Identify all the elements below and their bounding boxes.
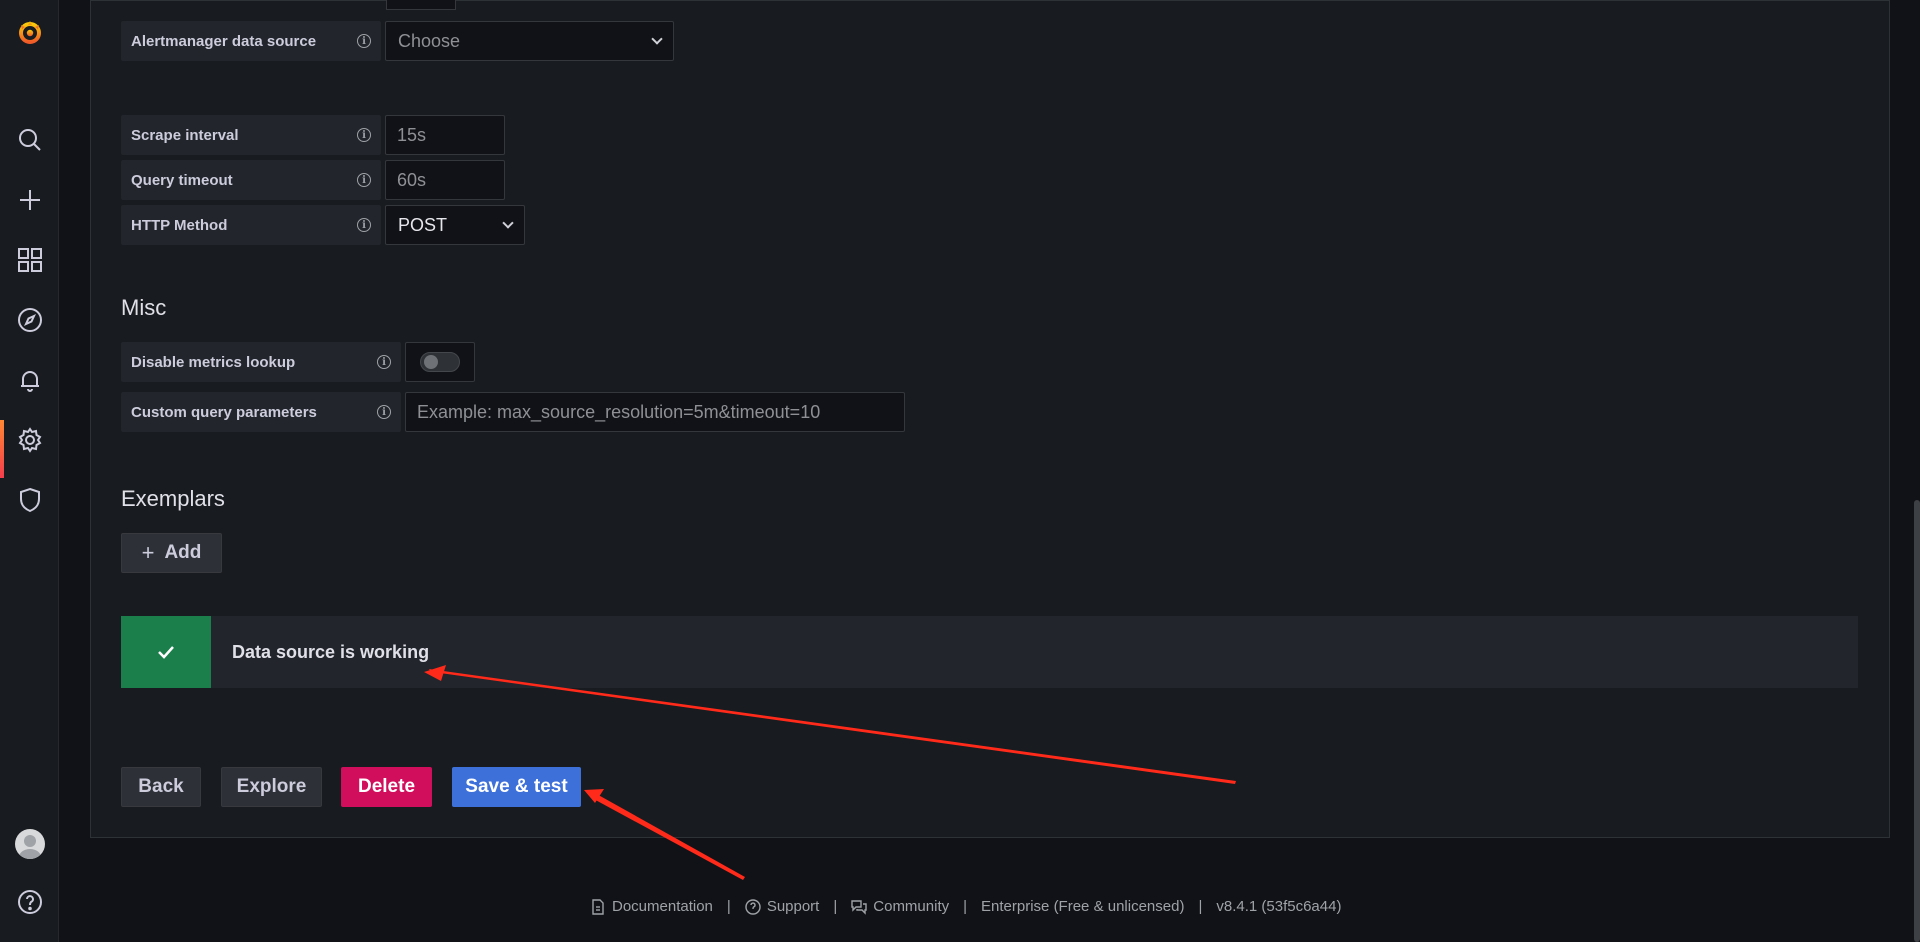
scrape-interval-label: Scrape interval [131,126,239,144]
http-method-label: HTTP Method [131,216,228,234]
add-exemplar-label: Add [164,542,202,563]
check-icon [158,646,174,659]
footer-separator: | [833,898,838,915]
configuration-gear-icon[interactable] [0,418,59,478]
exemplars-section-title: Exemplars [121,486,225,511]
plus-icon[interactable] [0,178,59,222]
scrape-interval-label-box: Scrape interval i [121,115,381,155]
server-admin-shield-icon[interactable] [0,478,59,522]
explore-compass-icon[interactable] [0,298,59,342]
alert-icon-box [121,616,211,688]
alertmanager-label-box: Alertmanager data source i [121,21,381,61]
custom-query-params-label-box: Custom query parameters i [121,392,401,432]
scrape-interval-row: Scrape interval i 15s [121,115,505,155]
chevron-down-icon [651,33,663,45]
user-avatar[interactable] [0,822,59,866]
query-timeout-label-box: Query timeout i [121,160,381,200]
alertmanager-row: Alertmanager data source i Choose [121,21,674,61]
explore-button[interactable]: Explore [221,767,322,807]
http-method-value: POST [398,214,448,235]
info-icon[interactable]: i [357,128,371,142]
query-timeout-input[interactable]: 60s [385,160,505,200]
document-icon [592,898,604,915]
community-label: Community [873,898,950,915]
question-circle-icon [745,898,761,915]
footer-separator: | [726,898,731,915]
avatar [14,829,45,859]
help-icon[interactable] [0,880,59,924]
success-alert: Data source is working [121,616,1858,688]
scrape-interval-input[interactable]: 15s [385,115,505,155]
delete-button[interactable]: Delete [341,767,432,807]
scrape-interval-placeholder: 15s [397,124,427,145]
save-and-test-button[interactable]: Save & test [452,767,581,807]
info-icon[interactable]: i [377,355,391,369]
support-link[interactable]: Support [745,898,820,915]
custom-query-params-placeholder: Example: max_source_resolution=5m&timeou… [417,401,821,422]
alert-message: Data source is working [232,641,430,662]
alertmanager-label: Alertmanager data source [131,32,317,50]
search-icon[interactable] [0,118,59,162]
query-timeout-row: Query timeout i 60s [121,160,505,200]
misc-section-title: Misc [121,295,167,320]
info-icon[interactable]: i [377,405,391,419]
edition-label: Enterprise (Free & unlicensed) [981,898,1185,915]
disable-metrics-lookup-row: Disable metrics lookup i [121,342,475,382]
dashboards-icon[interactable] [0,238,59,282]
custom-query-params-row: Custom query parameters i Example: max_s… [121,392,905,432]
info-icon[interactable]: i [357,218,371,232]
info-icon[interactable]: i [357,173,371,187]
custom-query-params-input[interactable]: Example: max_source_resolution=5m&timeou… [405,392,905,432]
documentation-link[interactable]: Documentation [590,898,713,915]
footer: Documentation | Support | Community | En… [590,898,1341,915]
disable-metrics-lookup-label: Disable metrics lookup [131,353,296,371]
disable-metrics-lookup-toggle-wrap[interactable] [405,342,475,382]
footer-separator: | [1198,898,1203,915]
version-label: v8.4.1 (53f5c6a44) [1216,898,1342,915]
documentation-label: Documentation [612,898,713,915]
http-method-row: HTTP Method i POST [121,205,525,245]
sidebar [0,0,59,942]
http-method-label-box: HTTP Method i [121,205,381,245]
chevron-down-icon [502,217,514,229]
community-link[interactable]: Community [851,898,949,915]
query-timeout-label: Query timeout [131,171,233,189]
grafana-logo-icon[interactable] [0,10,59,54]
info-icon[interactable]: i [357,34,371,48]
disable-metrics-lookup-label-box: Disable metrics lookup i [121,342,401,382]
footer-separator: | [963,898,968,915]
plus-icon: + [141,540,155,565]
alertmanager-select-placeholder: Choose [398,30,461,51]
divider [91,0,1889,1]
custom-query-params-label: Custom query parameters [131,403,317,421]
disable-metrics-lookup-toggle[interactable] [420,352,460,372]
alertmanager-select[interactable]: Choose [385,21,674,61]
http-method-select[interactable]: POST [385,205,525,245]
cut-off-input[interactable] [386,0,456,10]
support-label: Support [766,898,820,915]
page-scrollbar[interactable] [1914,500,1920,942]
query-timeout-placeholder: 60s [397,169,427,190]
back-button[interactable]: Back [121,767,201,807]
grafana-app: Alertmanager data source i Choose Scrape… [0,0,1920,942]
alerting-bell-icon[interactable] [0,358,59,402]
add-exemplar-button[interactable]: + Add [121,533,222,573]
comments-icon [851,899,867,915]
